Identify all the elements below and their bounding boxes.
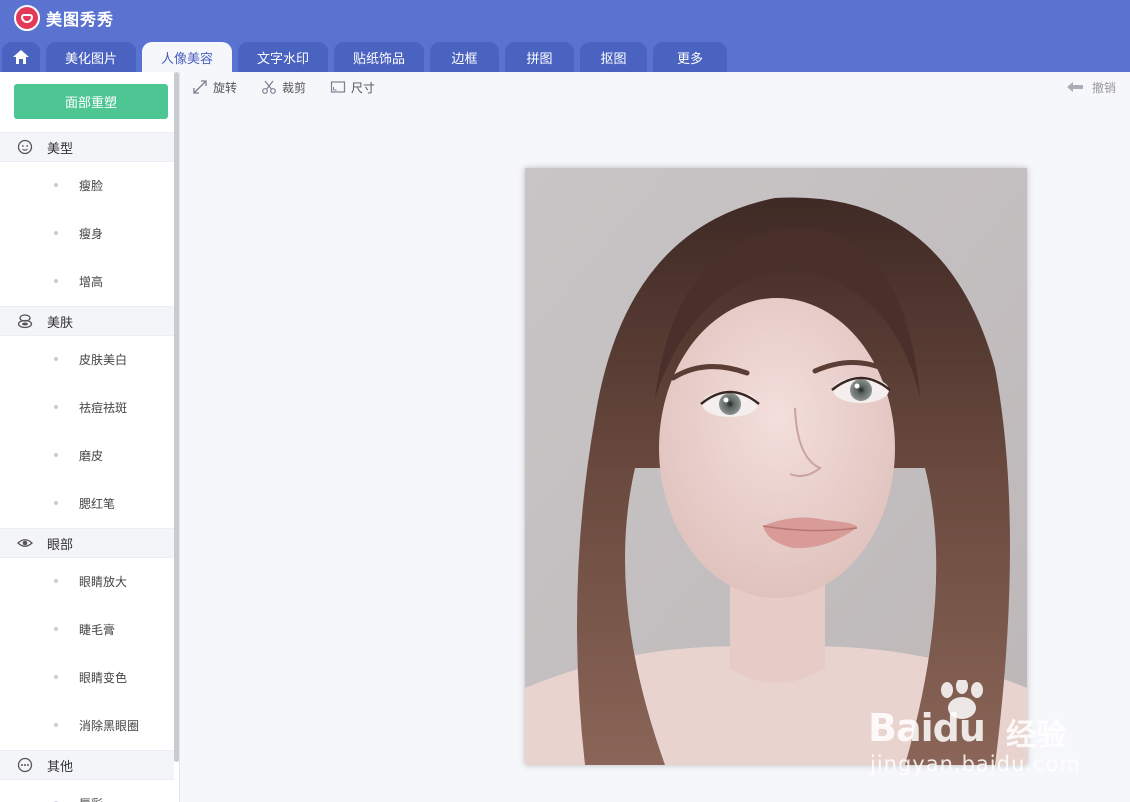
item-eye-color[interactable]: 眼睛变色 — [0, 657, 174, 697]
sidebar: 面部重塑 美型 瘦脸 瘦身 增高 美肤 皮肤美白 祛痘祛斑 磨皮 腮红笔 眼部 … — [0, 72, 180, 802]
tab-beautify-photo[interactable]: 美化图片 — [46, 42, 136, 72]
eye-icon — [17, 535, 33, 551]
section-label: 美肤 — [47, 315, 74, 331]
tab-frames[interactable]: 边框 — [430, 42, 499, 72]
tab-stickers[interactable]: 贴纸饰品 — [334, 42, 424, 72]
section-other[interactable]: 其他 — [0, 750, 174, 780]
more-icon — [17, 757, 33, 773]
section-label: 眼部 — [47, 537, 74, 553]
item-blush-brush[interactable]: 腮红笔 — [0, 483, 174, 523]
section-label: 其他 — [47, 759, 74, 775]
item-slim-face[interactable]: 瘦脸 — [0, 165, 174, 205]
item-acne-removal[interactable]: 祛痘祛斑 — [0, 387, 174, 427]
app-logo-icon — [14, 5, 40, 31]
app-brand: 美图秀秀 — [14, 5, 114, 31]
tab-portrait-beauty[interactable]: 人像美容 — [142, 42, 232, 72]
item-slim-body[interactable]: 瘦身 — [0, 213, 174, 253]
tab-collage[interactable]: 拼图 — [505, 42, 574, 72]
watermark-brand: Baidu — [868, 706, 986, 750]
item-heighten[interactable]: 增高 — [0, 261, 174, 301]
face-reshape-button[interactable]: 面部重塑 — [14, 84, 168, 119]
resize-icon — [330, 81, 346, 93]
tab-more[interactable]: 更多 — [653, 42, 727, 72]
scissors-icon — [262, 80, 276, 94]
crop-button[interactable]: 裁剪 — [261, 79, 306, 96]
rotate-button[interactable]: 旋转 — [192, 79, 237, 96]
edit-toolbar: 旋转 裁剪 尺寸 — [192, 77, 399, 97]
item-skin-smoothing[interactable]: 磨皮 — [0, 435, 174, 475]
item-mascara[interactable]: 睫毛膏 — [0, 609, 174, 649]
sidebar-scrollbar[interactable] — [174, 72, 179, 762]
resize-button[interactable]: 尺寸 — [330, 79, 375, 96]
item-eye-enlarge[interactable]: 眼睛放大 — [0, 561, 174, 601]
undo-button[interactable]: 撤销 — [1066, 77, 1116, 97]
watermark-brand-cn: 经验 — [1006, 718, 1066, 753]
tab-cutout[interactable]: 抠图 — [580, 42, 647, 72]
top-bar: 美图秀秀 美化图片 人像美容 文字水印 贴纸饰品 边框 拼图 抠图 更多 — [0, 0, 1130, 72]
item-lip-color[interactable]: 唇彩 — [0, 783, 174, 802]
tab-text-watermark[interactable]: 文字水印 — [238, 42, 328, 72]
watermark-url: jingyan.baidu.com — [870, 752, 1081, 776]
section-label: 美型 — [47, 141, 74, 157]
section-shape[interactable]: 美型 — [0, 132, 174, 162]
item-skin-whitening[interactable]: 皮肤美白 — [0, 339, 174, 379]
portrait-photo[interactable] — [525, 168, 1027, 765]
face-icon — [17, 139, 33, 155]
app-title: 美图秀秀 — [46, 10, 115, 29]
rotate-icon — [193, 80, 207, 94]
portrait-image — [525, 168, 1027, 765]
section-skin[interactable]: 美肤 — [0, 306, 174, 336]
item-dark-circles[interactable]: 消除黑眼圈 — [0, 705, 174, 745]
section-eyes[interactable]: 眼部 — [0, 528, 174, 558]
home-icon — [13, 50, 29, 64]
tab-home[interactable] — [2, 42, 40, 72]
skin-icon — [17, 313, 33, 329]
main-tabs: 美化图片 人像美容 文字水印 贴纸饰品 边框 拼图 抠图 更多 — [0, 42, 733, 72]
undo-arrow-icon — [1066, 82, 1083, 92]
